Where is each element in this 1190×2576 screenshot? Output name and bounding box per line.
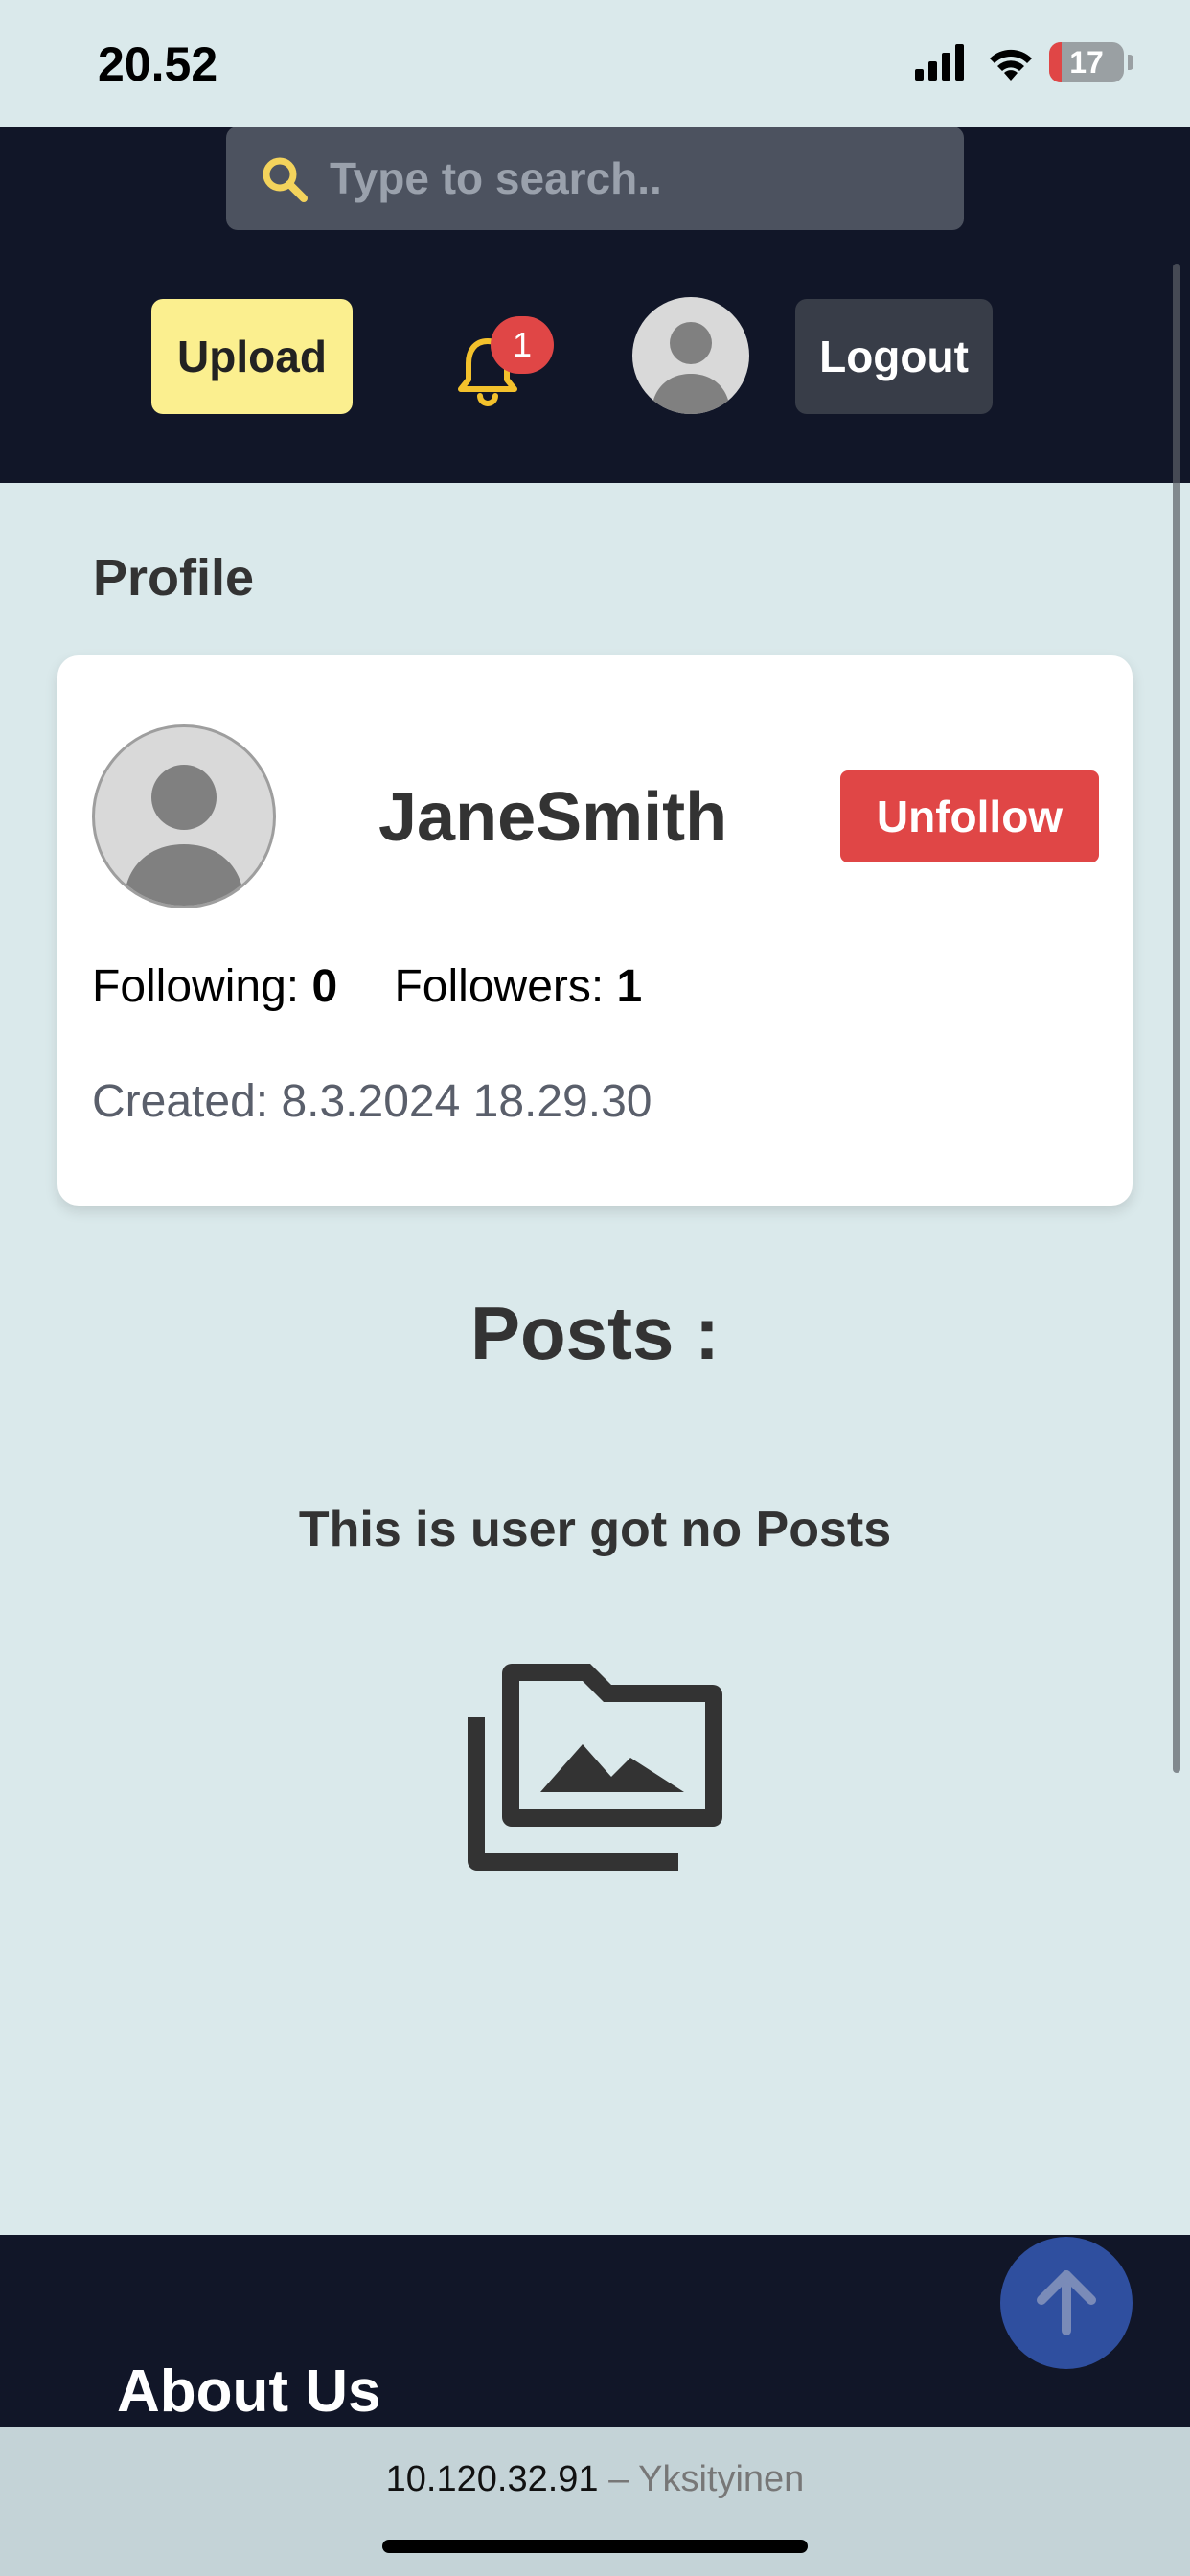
home-indicator[interactable] <box>382 2540 808 2553</box>
arrow-up-icon <box>1037 2270 1096 2335</box>
search-icon <box>263 157 308 202</box>
page-title: Profile <box>93 549 255 607</box>
battery-tip <box>1128 55 1133 70</box>
private-mode-label: Yksityinen <box>638 2459 805 2499</box>
address-separator: – <box>608 2459 629 2499</box>
followers-stat: Followers: 1 <box>394 960 642 1013</box>
following-count: 0 <box>311 961 338 1012</box>
upload-button[interactable]: Upload <box>151 299 353 414</box>
battery-level: 17 <box>1069 45 1104 80</box>
empty-posts-message: This is user got no Posts <box>298 1502 892 1557</box>
followers-count: 1 <box>616 961 643 1012</box>
photo-folder-icon <box>468 1664 722 1871</box>
unfollow-button[interactable]: Unfollow <box>840 770 1099 862</box>
created-date: Created: 8.3.2024 18.29.30 <box>92 1076 652 1127</box>
logout-button[interactable]: Logout <box>795 299 993 414</box>
address-text[interactable]: 10.120.32.91 – Yksityinen <box>0 2459 1190 2500</box>
user-icon <box>124 765 244 906</box>
cellular-signal-icon <box>915 44 964 80</box>
profile-stats: Following: 0 Followers: 1 <box>92 960 642 1013</box>
scroll-to-top-button[interactable] <box>1000 2237 1133 2369</box>
posts-heading: Posts : <box>469 1291 721 1375</box>
wifi-icon <box>990 49 1032 80</box>
status-time: 20.52 <box>98 37 218 91</box>
profile-avatar <box>92 724 276 908</box>
avatar[interactable] <box>632 297 749 414</box>
notifications-button[interactable]: 1 <box>452 316 558 414</box>
user-icon <box>652 322 730 414</box>
notification-badge: 1 <box>491 316 554 374</box>
profile-card: JaneSmith Unfollow Following: 0 Follower… <box>57 656 1133 1206</box>
search-input[interactable] <box>330 126 943 230</box>
status-bar: 20.52 17 <box>0 0 1190 126</box>
battery-icon: 17 <box>1049 42 1124 82</box>
browser-address-bar[interactable]: 10.120.32.91 – Yksityinen <box>0 2426 1190 2576</box>
app-header: Upload 1 Logout <box>0 126 1190 483</box>
search-box[interactable] <box>226 126 964 230</box>
profile-username: JaneSmith <box>378 779 728 856</box>
followers-label: Followers: <box>394 961 605 1012</box>
following-label: Following: <box>92 961 300 1012</box>
footer-title: About Us <box>117 2358 381 2425</box>
address-url: 10.120.32.91 <box>385 2459 599 2499</box>
following-stat: Following: 0 <box>92 960 337 1013</box>
